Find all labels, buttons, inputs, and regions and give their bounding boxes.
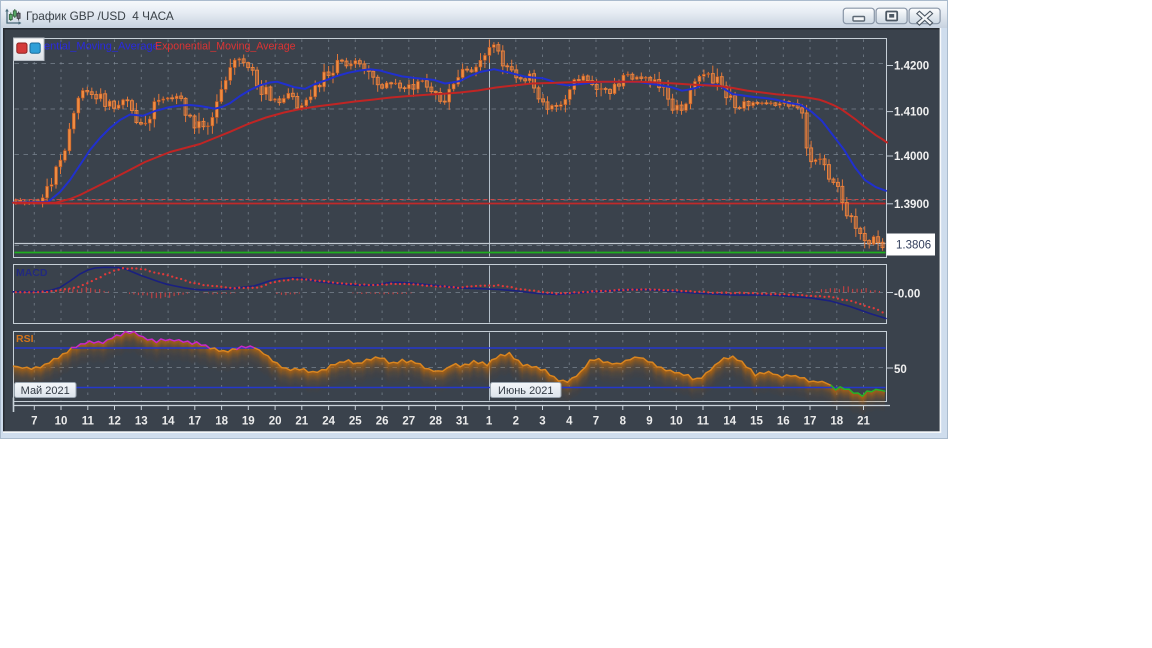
svg-text:-0.00: -0.00 <box>894 289 920 301</box>
svg-text:7: 7 <box>31 416 37 428</box>
svg-text:14: 14 <box>162 416 175 428</box>
svg-text:1.4100: 1.4100 <box>894 107 929 119</box>
svg-text:1: 1 <box>486 416 493 428</box>
svg-text:14: 14 <box>723 416 736 428</box>
svg-text:1.3900: 1.3900 <box>894 199 929 211</box>
svg-text:26: 26 <box>376 416 389 428</box>
svg-text:18: 18 <box>215 416 228 428</box>
svg-text:10: 10 <box>55 416 68 428</box>
svg-text:21: 21 <box>857 416 870 428</box>
svg-text:10: 10 <box>670 416 683 428</box>
svg-text:27: 27 <box>402 416 415 428</box>
svg-text:21: 21 <box>295 416 308 428</box>
svg-text:Май 2021: Май 2021 <box>21 385 70 397</box>
svg-text:2: 2 <box>513 416 519 428</box>
svg-text:График GBP /USD 4 ЧАСА: График GBP /USD 4 ЧАСА <box>26 9 174 23</box>
svg-text:19: 19 <box>242 416 255 428</box>
svg-text:ential_Moving_Average: ential_Moving_Average <box>44 41 159 53</box>
svg-text:Июнь 2021: Июнь 2021 <box>498 385 554 397</box>
svg-text:31: 31 <box>456 416 469 428</box>
svg-text:24: 24 <box>322 416 335 428</box>
svg-text:RSI: RSI <box>16 333 34 345</box>
svg-text:50: 50 <box>894 364 907 376</box>
svg-text:12: 12 <box>108 416 121 428</box>
svg-text:11: 11 <box>697 416 710 428</box>
svg-text:4: 4 <box>566 416 573 428</box>
svg-text:1.4200: 1.4200 <box>894 61 929 73</box>
svg-text:8: 8 <box>620 416 627 428</box>
svg-text:25: 25 <box>349 416 362 428</box>
svg-text:15: 15 <box>750 416 763 428</box>
svg-text:16: 16 <box>777 416 790 428</box>
svg-text:MACD: MACD <box>16 267 48 279</box>
svg-text:28: 28 <box>429 416 442 428</box>
svg-text:13: 13 <box>135 416 148 428</box>
svg-text:11: 11 <box>82 416 95 428</box>
svg-text:9: 9 <box>646 416 652 428</box>
svg-text:3: 3 <box>539 416 545 428</box>
svg-text:Exponential_Moving_Average: Exponential_Moving_Average <box>155 41 296 53</box>
svg-text:7: 7 <box>593 416 599 428</box>
svg-text:17: 17 <box>804 416 817 428</box>
svg-text:1.3806: 1.3806 <box>896 240 931 252</box>
svg-text:17: 17 <box>188 416 201 428</box>
svg-text:18: 18 <box>830 416 843 428</box>
svg-text:20: 20 <box>269 416 282 428</box>
svg-text:1.4000: 1.4000 <box>894 151 929 163</box>
